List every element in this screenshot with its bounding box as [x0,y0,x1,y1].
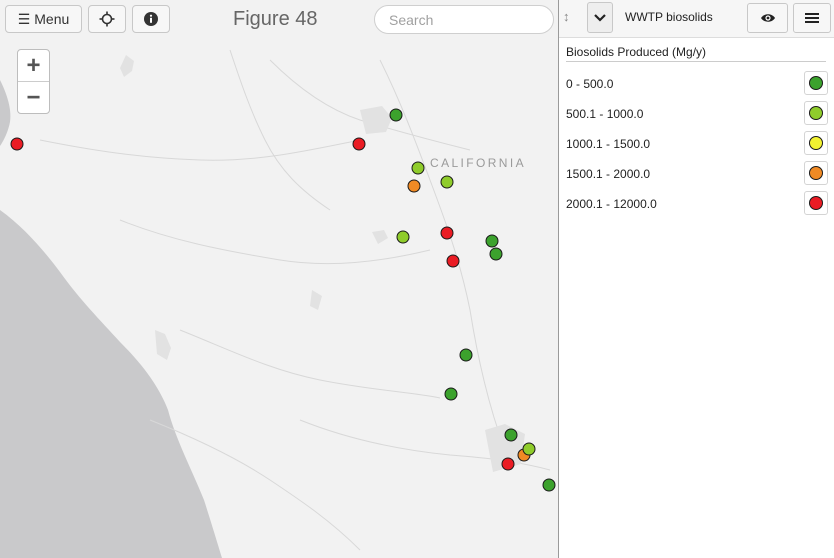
site-marker[interactable] [440,226,454,240]
crosshair-icon [99,11,115,27]
legend-swatch [804,101,828,125]
legend-label: 1000.1 - 1500.0 [566,137,651,151]
map-view[interactable]: ☰ Menu Figure 48 + − CALIFORNIA [0,0,558,558]
site-marker[interactable] [446,254,460,268]
legend-swatch [804,191,828,215]
chevron-down-icon [594,13,606,22]
site-marker[interactable] [10,137,24,151]
hamburger-icon: ☰ [17,10,31,27]
site-marker[interactable] [352,137,366,151]
map-toolbar: ☰ Menu Figure 48 [0,0,558,42]
drag-handle-icon[interactable]: ↕ [563,9,570,24]
menu-label: Menu [34,11,70,27]
basemap [0,49,551,558]
zoom-out-button[interactable]: − [18,82,49,113]
state-label: CALIFORNIA [430,156,527,170]
site-marker[interactable] [504,428,518,442]
eye-icon [760,14,775,22]
legend-label: 2000.1 - 12000.0 [566,197,657,211]
legend-item: 1500.1 - 2000.0 [566,161,828,185]
site-marker[interactable] [407,179,421,193]
zoom-control: + − [17,49,50,114]
legend-title: Biosolids Produced (Mg/y) [566,45,826,62]
site-marker[interactable] [459,348,473,362]
site-marker[interactable] [501,457,515,471]
zoom-in-button[interactable]: + [18,50,49,82]
legend-item: 2000.1 - 12000.0 [566,191,828,215]
site-marker[interactable] [522,442,536,456]
locate-button[interactable] [88,5,126,33]
legend-label: 0 - 500.0 [566,77,614,91]
info-button[interactable] [132,5,170,33]
info-icon [144,12,158,26]
site-marker[interactable] [389,108,403,122]
site-marker[interactable] [542,478,556,492]
layer-name: WWTP biosolids [625,10,713,24]
layer-menu-button[interactable] [793,3,831,33]
legend-swatch [804,131,828,155]
legend-swatch [804,71,828,95]
legend-item: 1000.1 - 1500.0 [566,131,828,155]
site-marker[interactable] [440,175,454,189]
site-marker[interactable] [444,387,458,401]
site-marker[interactable] [396,230,410,244]
page-title: Figure 48 [233,8,318,30]
site-marker[interactable] [489,247,503,261]
menu-button[interactable]: ☰ Menu [5,5,82,33]
legend-label: 1500.1 - 2000.0 [566,167,651,181]
visibility-toggle-button[interactable] [747,3,788,33]
layer-header: ↕ WWTP biosolids [559,0,834,38]
collapse-button[interactable] [587,2,613,33]
legend-label: 500.1 - 1000.0 [566,107,644,121]
legend-item: 0 - 500.0 [566,71,828,95]
layer-panel: ↕ WWTP biosolids Biosolids Produced (Mg/… [558,0,834,558]
hamburger-icon [805,13,819,23]
site-marker[interactable] [485,234,499,248]
site-marker[interactable] [411,161,425,175]
legend-item: 500.1 - 1000.0 [566,101,828,125]
search-input[interactable] [374,5,554,34]
legend-swatch [804,161,828,185]
